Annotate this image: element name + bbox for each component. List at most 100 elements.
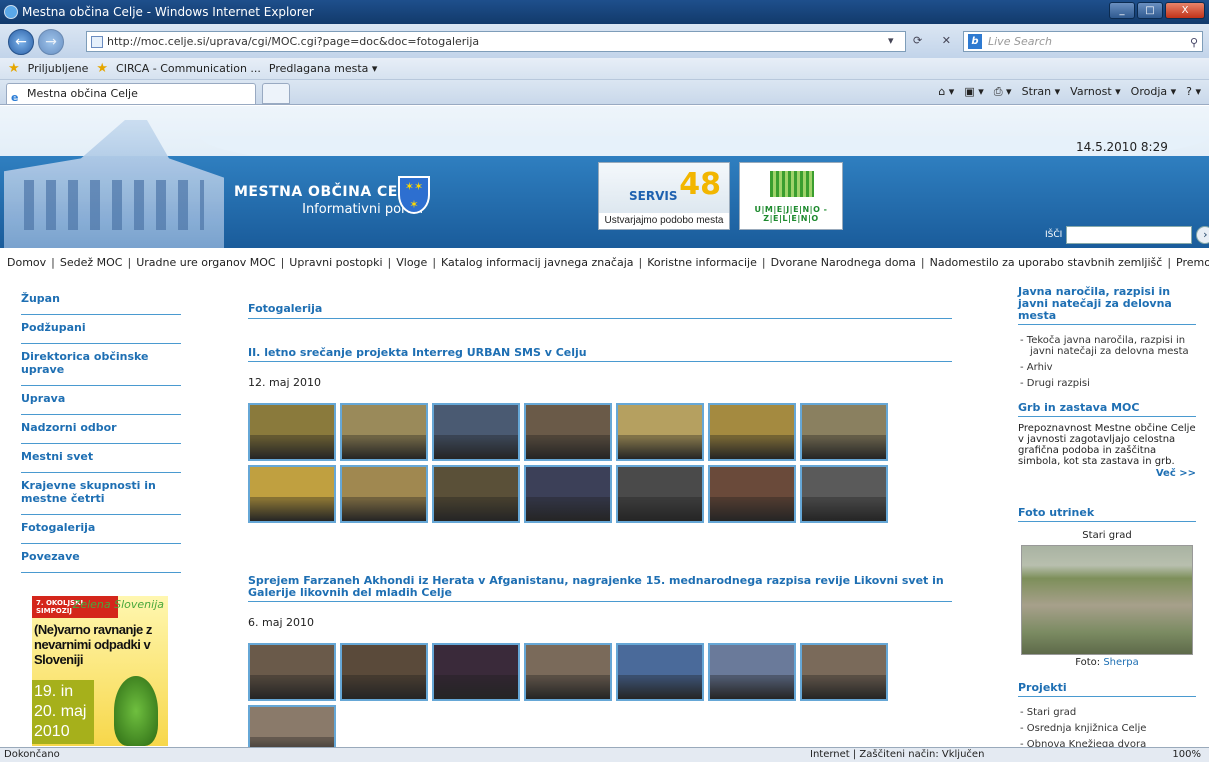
refresh-stop-icons[interactable]: ▾ ⟳ ✕ [888,34,959,47]
brand[interactable]: MESTNA OBČINA CELJE Informativni portal [234,184,423,217]
forward-button[interactable]: → [38,29,64,55]
close-button[interactable]: X [1165,2,1205,19]
topnav-item[interactable]: Upravni postopki [289,256,382,269]
photo-thumbnail[interactable] [800,643,888,701]
simposium-ad[interactable]: 7. OKOLJSKI SIMPOZIJ Zelena Slovenija (N… [32,596,168,746]
topnav-item[interactable]: Vloge [396,256,427,269]
suggested-sites[interactable]: Predlagana mesta ▾ [269,62,378,75]
topnav-item[interactable]: Dvorane Narodnega doma [771,256,916,269]
photo-thumbnail[interactable] [248,465,336,523]
photo-thumbnail[interactable] [616,403,704,461]
projects-item[interactable]: - Osrednja knjižnica Celje [1020,723,1196,734]
page-icon [91,36,103,48]
safety-menu[interactable]: Varnost ▾ [1070,85,1121,99]
leftnav-item[interactable]: Podžupani [21,315,181,344]
photo-credit-link[interactable]: Sherpa [1103,657,1138,668]
photo-thumbnail[interactable] [708,403,796,461]
photo-thumbnail[interactable] [340,465,428,523]
topnav-item[interactable]: Domov [7,256,46,269]
print-icon[interactable]: ⎙ ▾ [994,85,1012,99]
photo-thumbnail[interactable] [708,465,796,523]
photo-thumbnail[interactable] [248,643,336,701]
photo-thumbnail[interactable] [524,403,612,461]
thumbnail-grid-1 [248,403,952,523]
event-title-2[interactable]: Sprejem Farzaneh Akhondi iz Herata v Afg… [248,575,952,602]
leftnav-item[interactable]: Župan [21,286,181,315]
topnav-item[interactable]: Uradne ure organov MOC [136,256,275,269]
right-sidebar: Javna naročila, razpisi in javni natečaj… [1018,286,1196,747]
leftnav-item[interactable]: Uprava [21,386,181,415]
photo-thumbnail[interactable] [800,403,888,461]
nav-separator: | [127,256,132,269]
photo-moment-title[interactable]: Foto utrinek [1018,507,1196,522]
browser-window: Mestna občina Celje - Windows Internet E… [0,0,1209,762]
photo-thumbnail[interactable] [524,465,612,523]
command-bar: ⌂ ▾ ▣ ▾ ⎙ ▾ Stran ▾ Varnost ▾ Orodja ▾ ?… [938,85,1201,99]
search-label: IŠČI [1045,230,1063,240]
leftnav-item[interactable]: Krajevne skupnosti in mestne četrti [21,473,181,515]
photo-thumbnail[interactable] [800,465,888,523]
search-icon[interactable]: ⚲ [1190,33,1198,52]
photo-thumbnail[interactable] [708,643,796,701]
home-icon[interactable]: ⌂ ▾ [938,85,954,99]
favorites-button[interactable]: Priljubljene [28,62,89,75]
leftnav-item[interactable]: Fotogalerija [21,515,181,544]
bing-icon: b [968,34,982,49]
projects-title[interactable]: Projekti [1018,682,1196,697]
projects-item[interactable]: - Stari grad [1020,707,1196,718]
favorite-link-circa[interactable]: CIRCA - Communication ... [116,62,261,75]
maximize-button[interactable]: □ [1137,2,1163,19]
photo-thumbnail[interactable] [340,403,428,461]
event-title-1[interactable]: II. letno srečanje projekta Interreg URB… [248,347,952,362]
zoom-level[interactable]: 100% [1172,748,1201,762]
tenders-item[interactable]: - Arhiv [1020,362,1196,373]
tab-ie-icon: e [11,91,19,104]
favorites-star-icon[interactable]: ★ [8,61,20,76]
live-search-field[interactable]: b Live Search ⚲ [963,31,1203,52]
leftnav-item[interactable]: Povezave [21,544,181,573]
minimize-button[interactable]: _ [1109,2,1135,19]
photo-thumbnail[interactable] [248,403,336,461]
photo-thumbnail[interactable] [340,643,428,701]
photo-thumbnail[interactable] [248,705,336,747]
photo-stari-grad[interactable] [1021,545,1193,655]
security-zone[interactable]: Internet | Zaščiteni način: Vključen [810,748,984,762]
photo-thumbnail[interactable] [524,643,612,701]
help-icon[interactable]: ? ▾ [1186,85,1201,99]
tab-label: Mestna občina Celje [27,87,138,100]
umejeno-zeleno-banner[interactable]: U|M|E|J|E|N|O - Z|E|L|E|N|O [739,162,843,230]
photo-thumbnail[interactable] [432,403,520,461]
photo-thumbnail[interactable] [432,643,520,701]
leftnav-item[interactable]: Nadzorni odbor [21,415,181,444]
more-link[interactable]: Več >> [1018,468,1196,479]
page-menu[interactable]: Stran ▾ [1022,85,1061,99]
topnav-item[interactable]: Premoženje MOC [1176,256,1209,269]
tab-mestna-obcina[interactable]: e Mestna občina Celje [6,83,256,104]
back-button[interactable]: ← [8,29,34,55]
topnav-item[interactable]: Nadomestilo za uporabo stavbnih zemljišč [930,256,1163,269]
tenders-item[interactable]: - Drugi razpisi [1020,378,1196,389]
topnav-item[interactable]: Koristne informacije [647,256,757,269]
address-field[interactable]: http://moc.celje.si/uprava/cgi/MOC.cgi?p… [86,31,906,52]
projects-item[interactable]: - Obnova Knežjega dvora [1020,739,1196,747]
coat-flag-title[interactable]: Grb in zastava MOC [1018,402,1196,417]
photo-caption: Stari grad [1082,530,1132,541]
search-go-icon[interactable]: › [1196,226,1209,244]
photo-thumbnail[interactable] [616,643,704,701]
topnav-item[interactable]: Katalog informacij javnega značaja [441,256,634,269]
servis-48-banner[interactable]: 48 SERVIS Ustvarjajmo podobo mesta [598,162,730,230]
tools-menu[interactable]: Orodja ▾ [1131,85,1176,99]
feeds-icon[interactable]: ▣ ▾ [964,85,983,99]
leftnav-item[interactable]: Direktorica občinske uprave [21,344,181,386]
topnav-item[interactable]: Sedež MOC [60,256,123,269]
site-search-input[interactable] [1066,226,1193,244]
photo-thumbnail[interactable] [616,465,704,523]
add-favorite-icon[interactable]: ★ [96,61,108,76]
new-tab-button[interactable] [262,83,290,104]
tenders-item[interactable]: - Tekoča javna naročila, razpisi in javn… [1020,335,1196,357]
leftnav-item[interactable]: Mestni svet [21,444,181,473]
photo-thumbnail[interactable] [432,465,520,523]
thumbnail-grid-2 [248,643,952,747]
site-header: MESTNA OBČINA CELJE Informativni portal … [0,106,1209,248]
tenders-title[interactable]: Javna naročila, razpisi in javni natečaj… [1018,286,1196,325]
